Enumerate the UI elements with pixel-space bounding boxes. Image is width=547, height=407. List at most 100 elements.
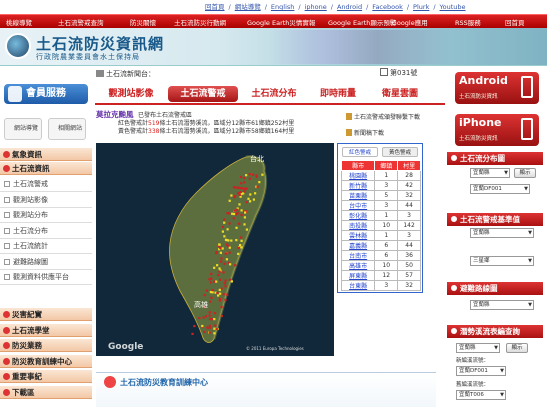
top-link[interactable]: Plurk — [413, 3, 429, 11]
sidebar-section[interactable]: 防災教育訓練中心 — [0, 354, 92, 368]
alert-marker — [217, 273, 220, 277]
table-cell: 12 — [374, 270, 399, 281]
lookup-show-button[interactable]: 顯示 — [506, 343, 528, 353]
table-cell: 57 — [397, 270, 421, 281]
county-link[interactable]: 雲林縣 — [340, 230, 376, 241]
alert-marker — [203, 294, 206, 297]
sidebar-section-weather[interactable]: 氣象資訊 — [0, 148, 92, 161]
threshold-county-select[interactable]: 宜蘭縣 — [470, 228, 534, 238]
evacuation-county-select[interactable]: 宜蘭縣 — [470, 300, 534, 310]
top-link[interactable]: English — [271, 3, 294, 11]
county-link[interactable]: 南投縣 — [340, 220, 376, 231]
county-link[interactable]: 屏東縣 — [340, 270, 376, 281]
tab-debris-distribution[interactable]: 土石流分布 — [242, 86, 306, 102]
nav-item[interactable]: 桃線導覽 — [6, 17, 32, 27]
county-link[interactable]: 彰化縣 — [340, 210, 376, 221]
county-link[interactable]: 新竹縣 — [340, 180, 376, 191]
top-link[interactable]: 網站導覽 — [235, 3, 261, 11]
alert-marker — [215, 251, 218, 254]
alert-marker — [232, 217, 235, 220]
agency-logo[interactable] — [5, 33, 31, 59]
county-link[interactable]: 苗栗縣 — [340, 190, 376, 201]
iphone-label: iPhone — [459, 116, 502, 129]
alert-marker — [191, 332, 194, 335]
bullet-icon — [451, 328, 457, 334]
sidebar-item[interactable]: 土石流警戒 — [0, 177, 92, 192]
county-link[interactable]: 桃園縣 — [340, 170, 376, 181]
county-link[interactable]: 台東縣 — [340, 280, 376, 291]
press-release-download-link[interactable]: 新聞稿下載 — [346, 128, 384, 137]
top-link[interactable]: iphone — [305, 3, 327, 11]
lookup-county-select[interactable]: 宜蘭縣 — [456, 343, 500, 353]
nav-item[interactable]: Google Earth顯示預警 — [328, 17, 396, 27]
alert-marker — [229, 263, 232, 266]
site-map-button[interactable]: 網站導覽 — [4, 118, 42, 140]
alert-marker — [211, 291, 214, 294]
tab-station-images[interactable]: 觀測站影像 — [96, 86, 166, 102]
tab-red-alert[interactable]: 紅色警戒 — [342, 147, 378, 157]
nav-item[interactable]: Google Earth災情實報 — [247, 17, 315, 27]
county-link[interactable]: 台南市 — [340, 250, 376, 261]
android-app-banner[interactable]: Android 土石流防災資訊 — [455, 72, 539, 104]
alert-marker — [248, 173, 251, 176]
nav-item[interactable]: 回首頁 — [505, 17, 525, 27]
bullet-icon — [3, 151, 10, 158]
nav-item[interactable]: 土石流警戒查詢 — [58, 17, 104, 27]
site-title[interactable]: 土石流防災資訊網 — [36, 33, 164, 54]
county-link[interactable]: 高雄市 — [340, 260, 376, 271]
sidebar-section[interactable]: 重要事紀 — [0, 370, 92, 383]
training-icon — [104, 376, 116, 388]
sidebar-section[interactable]: 防災業務 — [0, 339, 92, 352]
tab-satellite-cloud[interactable]: 衛星雲圖 — [370, 86, 430, 102]
table-cell: 1 — [374, 230, 399, 241]
sidebar-item[interactable]: 觀測站分布 — [0, 208, 92, 223]
nav-item[interactable]: RSS服務 — [455, 17, 481, 27]
iphone-app-banner[interactable]: iPhone 土石流防災資訊 — [455, 114, 539, 146]
print-icon[interactable] — [380, 68, 388, 76]
alert-marker — [205, 315, 208, 318]
show-button[interactable]: 顯示 — [514, 168, 536, 178]
old-stream-select[interactable]: 宜蘭T006 — [456, 390, 506, 400]
table-cell: 3 — [397, 230, 421, 241]
table-row: 台中市 3 44 — [340, 200, 421, 211]
table-cell: 32 — [397, 190, 421, 201]
county-link[interactable]: 台中市 — [340, 200, 376, 211]
county-select[interactable]: 宜蘭縣 — [470, 168, 510, 178]
threshold-town-select[interactable]: 三星鄉 — [470, 256, 534, 266]
sidebar-section[interactable]: 下載區 — [0, 385, 92, 399]
nav-item[interactable]: 土石流防災行動網 — [174, 17, 226, 27]
top-link[interactable]: Youtube — [440, 3, 466, 11]
sidebar-item[interactable]: 觀測站影像 — [0, 192, 92, 208]
tab-realtime-rainfall[interactable]: 即時雨量 — [308, 86, 368, 102]
taiwan-alert-map[interactable]: 台北 高雄 Google © 2011 Europa Technologies — [96, 143, 334, 356]
county-link[interactable]: 嘉義縣 — [340, 240, 376, 251]
alert-doc-download-link[interactable]: 土石流警戒頒發聯繫下載 — [346, 112, 420, 121]
alert-marker — [213, 332, 216, 335]
sidebar-item[interactable]: 觀測資料供應平台 — [0, 270, 92, 285]
sidebar-section[interactable]: 災害紀實 — [0, 308, 92, 321]
nav-item[interactable]: 防災關懷 — [130, 17, 156, 27]
tab-debris-alert[interactable]: 土石流警戒 — [168, 86, 238, 102]
related-sites-button[interactable]: 相關網站 — [48, 118, 86, 140]
sidebar-section[interactable]: 土石流學堂 — [0, 323, 92, 337]
sidebar-item[interactable]: 土石流分布 — [0, 223, 92, 239]
new-stream-select[interactable]: 宜蘭DF001 — [456, 366, 506, 376]
sidebar-item[interactable]: 土石流統計 — [0, 239, 92, 254]
alert-marker — [213, 312, 217, 315]
training-center-title[interactable]: 土石流防災教育訓練中心 — [120, 377, 208, 388]
top-link[interactable]: Android — [337, 3, 362, 11]
site-subtitle: 行政院農業委員會水土保持局 — [36, 53, 140, 61]
stream-select[interactable]: 宜蘭DF001 — [470, 184, 530, 194]
sidebar-item[interactable]: 避難路線圖 — [0, 254, 92, 270]
sidebar-section-debris[interactable]: 土石流資訊 — [0, 162, 92, 175]
column-header: 鄉鎮 — [374, 160, 399, 171]
nav-item[interactable]: iGoogle應用 — [390, 17, 428, 27]
member-label: 會員服務 — [26, 88, 66, 99]
top-link[interactable]: Facebook — [372, 3, 403, 11]
alert-marker — [243, 181, 246, 184]
android-sublabel: 土石流防災資訊 — [459, 94, 498, 100]
alert-marker — [243, 190, 246, 193]
tab-yellow-alert[interactable]: 黃色警戒 — [382, 147, 418, 157]
alert-marker — [245, 228, 248, 231]
top-link[interactable]: 回首頁 — [205, 3, 225, 11]
